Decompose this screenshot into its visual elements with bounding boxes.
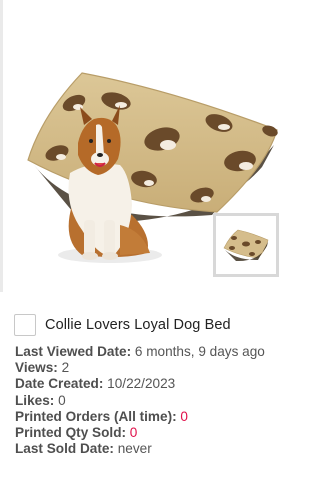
product-title[interactable]: Collie Lovers Loyal Dog Bed (45, 317, 231, 333)
stat-printed-orders: Printed Orders (All time): 0 (15, 409, 305, 425)
product-stats: Last Viewed Date: 6 months, 9 days ago V… (15, 344, 305, 457)
stat-label: Views: (15, 360, 58, 376)
stat-printed-qty: Printed Qty Sold: 0 (15, 425, 305, 441)
dog-bed-thumbnail-image (223, 229, 269, 262)
stat-value: 0 (176, 408, 188, 424)
stat-value: 6 months, 9 days ago (131, 344, 265, 359)
stat-value: 0 (54, 392, 66, 408)
select-checkbox[interactable] (14, 314, 36, 336)
product-title-row: Collie Lovers Loyal Dog Bed (14, 313, 231, 337)
stat-last-viewed: Last Viewed Date: 6 months, 9 days ago (15, 344, 305, 360)
stat-views: Views: 2 (15, 360, 305, 376)
product-thumbnail[interactable] (213, 213, 279, 277)
stat-value: 2 (57, 360, 70, 376)
card-divider (0, 0, 3, 292)
stat-label: Printed Qty Sold: (15, 425, 127, 441)
stat-label: Last Viewed Date: (15, 344, 132, 359)
stat-label: Likes: (15, 392, 55, 408)
stat-value: 10/22/2023 (103, 376, 176, 392)
stat-label: Last Sold Date: (15, 441, 114, 457)
stat-value: never (113, 441, 152, 457)
stat-label: Date Created: (15, 376, 104, 392)
stat-date-created: Date Created: 10/22/2023 (15, 376, 305, 392)
stat-label: Printed Orders (All time): (15, 408, 177, 424)
stat-likes: Likes: 0 (15, 393, 305, 409)
stat-value: 0 (126, 425, 138, 441)
stat-last-sold: Last Sold Date: never (15, 441, 305, 457)
product-card: Collie Lovers Loyal Dog Bed Last Viewed … (0, 0, 316, 484)
